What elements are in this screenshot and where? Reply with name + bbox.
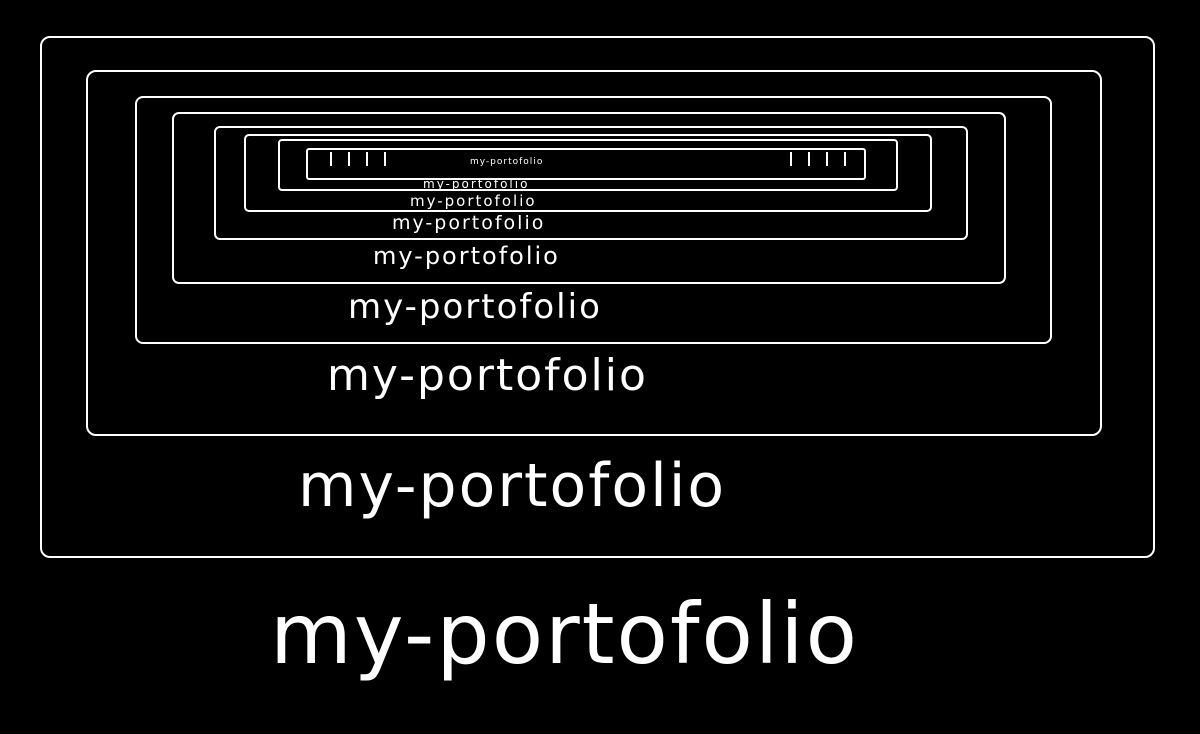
recursive-frame-8 [306,148,866,180]
recursive-tick [348,152,350,166]
nested-caption-8: my-portofolio [470,157,544,167]
recursive-tick [330,152,332,166]
nested-caption-3: my-portofolio [348,287,602,327]
recursive-tick [826,152,828,166]
nested-caption-2: my-portofolio [327,350,648,401]
nested-caption-1: my-portofolio [298,451,727,521]
recursive-tick [366,152,368,166]
recursive-tick [808,152,810,166]
nested-caption-4: my-portofolio [373,242,560,270]
recursive-tick [790,152,792,166]
recursive-tick [384,152,386,166]
nested-caption-7: my-portofolio [423,177,530,191]
recursive-tick [844,152,846,166]
nested-caption-5: my-portofolio [392,212,546,234]
caption: my-portofolio [270,585,859,683]
nested-caption-6: my-portofolio [410,192,537,210]
